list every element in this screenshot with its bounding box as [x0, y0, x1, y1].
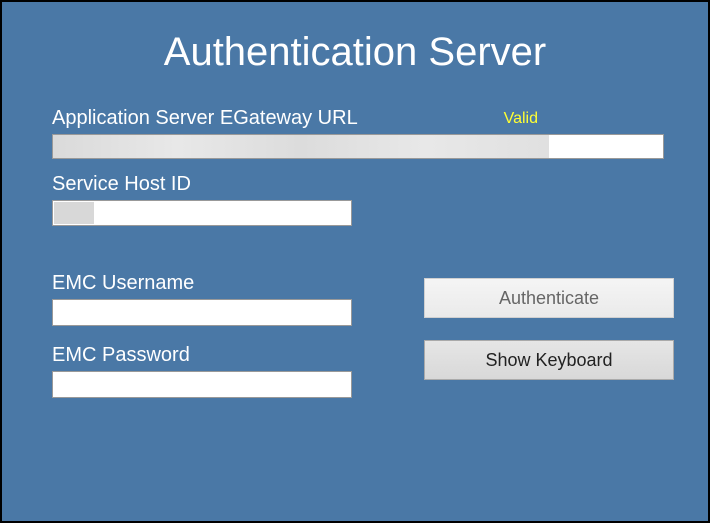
authenticate-button[interactable]: Authenticate: [424, 278, 674, 318]
username-field-group: EMC Username: [52, 272, 352, 344]
username-label: EMC Username: [52, 272, 352, 295]
page-title: Authentication Server: [52, 30, 658, 75]
egateway-url-input[interactable]: [52, 134, 664, 159]
auth-server-window: Authentication Server Application Server…: [0, 0, 710, 523]
password-label: EMC Password: [52, 344, 352, 367]
emc-password-input[interactable]: [52, 371, 352, 398]
show-keyboard-button[interactable]: Show Keyboard: [424, 340, 674, 380]
credentials-section: EMC Username EMC Password Authenticate S…: [52, 272, 658, 416]
password-field-group: EMC Password: [52, 344, 352, 416]
egateway-field-group: Application Server EGateway URL Valid: [52, 107, 658, 159]
emc-username-input[interactable]: [52, 299, 352, 326]
hostid-field-group: Service Host ID: [52, 173, 658, 226]
service-host-id-input[interactable]: [52, 200, 352, 226]
hostid-label: Service Host ID: [52, 173, 191, 196]
egateway-status-badge: Valid: [504, 110, 538, 128]
egateway-label: Application Server EGateway URL: [52, 107, 358, 130]
